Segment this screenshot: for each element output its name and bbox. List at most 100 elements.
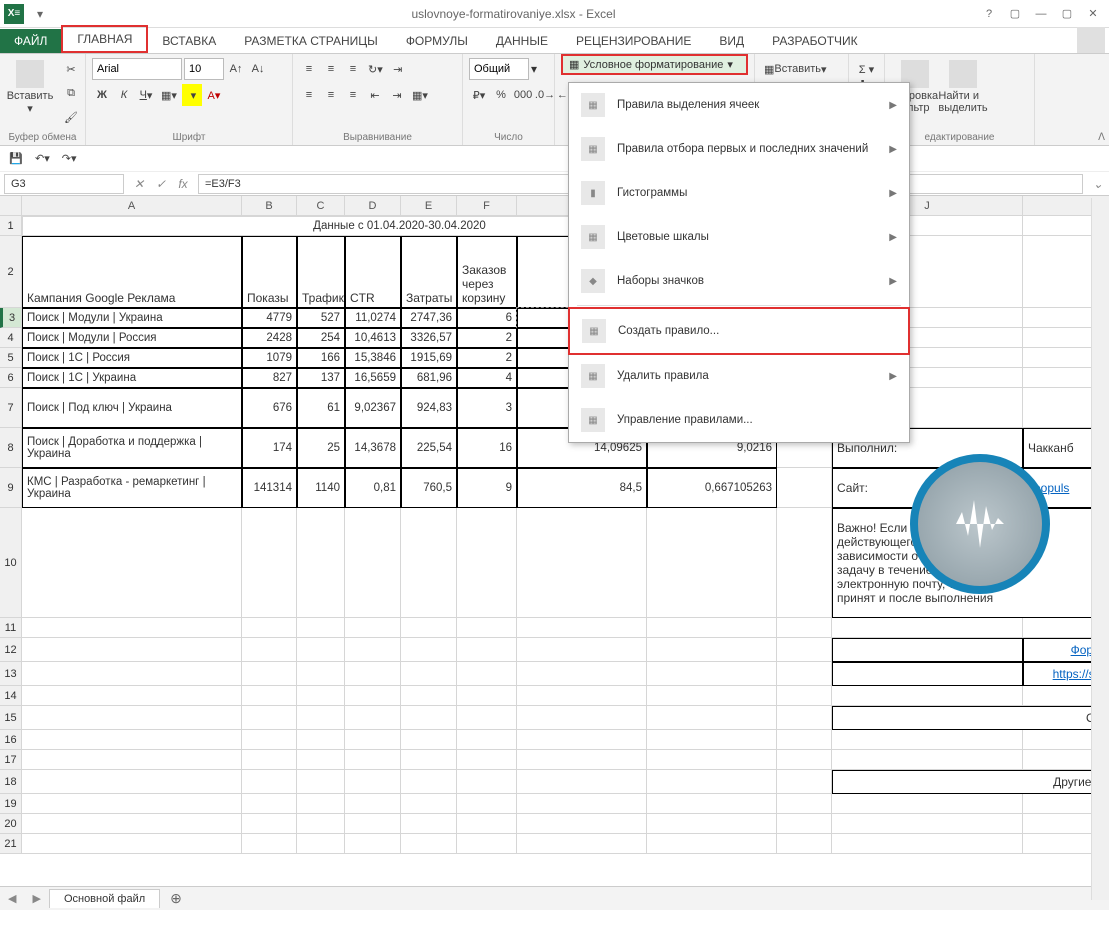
cell-traffic-9[interactable]: 1140 (297, 468, 345, 508)
cell-21-6[interactable] (517, 834, 647, 854)
header-ctr[interactable]: CTR (345, 236, 401, 308)
menu-manage-rules[interactable]: ▦Управление правилами... (569, 398, 909, 442)
cell-12-8[interactable] (777, 638, 832, 662)
decrease-indent-button[interactable]: ⇤ (365, 84, 385, 106)
row-header-16[interactable]: 16 (0, 730, 22, 750)
cell-17-7[interactable] (647, 750, 777, 770)
cell-15-4[interactable] (401, 706, 457, 730)
collapse-ribbon-button[interactable]: ᐱ (1098, 132, 1105, 143)
user-avatar[interactable] (1077, 27, 1105, 53)
cell-orders-3[interactable]: 6 (457, 308, 517, 328)
cell-20-4[interactable] (401, 814, 457, 834)
cell-14-8[interactable] (777, 686, 832, 706)
cell-j-20[interactable] (832, 814, 1023, 834)
cell-19-7[interactable] (647, 794, 777, 814)
menu-icon-sets[interactable]: ◆Наборы значков▶ (569, 259, 909, 303)
format-painter-button[interactable]: 🖌 (61, 106, 81, 128)
cell-13-4[interactable] (401, 662, 457, 686)
cell-traffic-7[interactable]: 61 (297, 388, 345, 428)
cell-10-8[interactable] (777, 508, 832, 618)
row-header-12[interactable]: 12 (0, 638, 22, 662)
align-left-button[interactable]: ≡ (299, 84, 319, 106)
cell-g-9[interactable]: 84,5 (517, 468, 647, 508)
comma-button[interactable]: 000 (513, 84, 533, 106)
border-button[interactable]: ▦▾ (158, 84, 180, 106)
cell-13-2[interactable] (297, 662, 345, 686)
cell-19-8[interactable] (777, 794, 832, 814)
cell-21-8[interactable] (777, 834, 832, 854)
maximize-button[interactable]: ▢ (1055, 4, 1079, 24)
cell-11-2[interactable] (297, 618, 345, 638)
menu-top-rules[interactable]: ▦Правила отбора первых и последних значе… (569, 127, 909, 171)
cell-h-9[interactable]: 0,667105263 (647, 468, 777, 508)
cell-16-1[interactable] (242, 730, 297, 750)
vertical-scrollbar[interactable] (1091, 198, 1109, 900)
cell-orders-7[interactable]: 3 (457, 388, 517, 428)
cell-orders-8[interactable]: 16 (457, 428, 517, 468)
cell-ctr-6[interactable]: 16,5659 (345, 368, 401, 388)
side-main[interactable]: Осн (832, 706, 1109, 730)
cell-15-0[interactable] (22, 706, 242, 730)
cell-19-3[interactable] (345, 794, 401, 814)
sheet-tab[interactable]: Основной файл (49, 889, 160, 908)
row-header-3[interactable]: 3 (0, 308, 22, 328)
cell-13-6[interactable] (517, 662, 647, 686)
cell-18-7[interactable] (647, 770, 777, 794)
expand-formula-button[interactable]: ⌄ (1087, 174, 1109, 194)
percent-button[interactable]: % (491, 84, 511, 106)
cell-12-4[interactable] (401, 638, 457, 662)
cancel-formula-button[interactable]: ✕ (128, 174, 150, 194)
cell-16-2[interactable] (297, 730, 345, 750)
increase-font-button[interactable]: A↑ (226, 58, 246, 80)
cell-campaign-7[interactable]: Поиск | Под ключ | Украина (22, 388, 242, 428)
cell-20-5[interactable] (457, 814, 517, 834)
font-name-input[interactable] (92, 58, 182, 80)
cell-impr-9[interactable]: 141314 (242, 468, 297, 508)
cell-traffic-4[interactable]: 254 (297, 328, 345, 348)
cell-12-3[interactable] (345, 638, 401, 662)
increase-decimal-button[interactable]: .0→ (535, 84, 555, 106)
cell-campaign-9[interactable]: КМС | Разработка - ремаркетинг | Украина (22, 468, 242, 508)
cell-impr-8[interactable]: 174 (242, 428, 297, 468)
cell-11-0[interactable] (22, 618, 242, 638)
cell-18-4[interactable] (401, 770, 457, 794)
col-header-2[interactable]: C (297, 196, 345, 216)
cell-cost-6[interactable]: 681,96 (401, 368, 457, 388)
cell-11-1[interactable] (242, 618, 297, 638)
tab-home[interactable]: ГЛАВНАЯ (61, 25, 148, 53)
cell-18-5[interactable] (457, 770, 517, 794)
cell-cost-4[interactable]: 3326,57 (401, 328, 457, 348)
cell-14-1[interactable] (242, 686, 297, 706)
tab-review[interactable]: РЕЦЕНЗИРОВАНИЕ (562, 29, 705, 53)
cell-21-2[interactable] (297, 834, 345, 854)
fill-color-button[interactable]: ▾ (182, 84, 202, 106)
cell-10-0[interactable] (22, 508, 242, 618)
cell-ctr-4[interactable]: 10,4613 (345, 328, 401, 348)
wrap-text-button[interactable]: ⇥ (388, 58, 408, 80)
copy-button[interactable]: ⧉ (61, 82, 81, 104)
close-button[interactable]: ✕ (1081, 4, 1105, 24)
cell-20-3[interactable] (345, 814, 401, 834)
side-other[interactable]: Другие по (832, 770, 1109, 794)
cell-traffic-5[interactable]: 166 (297, 348, 345, 368)
col-header-0[interactable]: A (22, 196, 242, 216)
orientation-button[interactable]: ↻▾ (365, 58, 386, 80)
align-right-button[interactable]: ≡ (343, 84, 363, 106)
cell-10-1[interactable] (242, 508, 297, 618)
row-header-20[interactable]: 20 (0, 814, 22, 834)
cell-13-0[interactable] (22, 662, 242, 686)
cell-traffic-3[interactable]: 527 (297, 308, 345, 328)
cell-15-1[interactable] (242, 706, 297, 730)
col-header-1[interactable]: B (242, 196, 297, 216)
cell-14-5[interactable] (457, 686, 517, 706)
cell-campaign-3[interactable]: Поиск | Модули | Украина (22, 308, 242, 328)
cell-21-1[interactable] (242, 834, 297, 854)
cell-cost-9[interactable]: 760,5 (401, 468, 457, 508)
row-header-2[interactable]: 2 (0, 236, 22, 308)
cell-17-5[interactable] (457, 750, 517, 770)
qat-dropdown[interactable]: ▾ (30, 4, 50, 24)
cell-20-8[interactable] (777, 814, 832, 834)
row-header-21[interactable]: 21 (0, 834, 22, 854)
paste-button[interactable]: Вставить▾ (6, 58, 54, 117)
cell-14-4[interactable] (401, 686, 457, 706)
